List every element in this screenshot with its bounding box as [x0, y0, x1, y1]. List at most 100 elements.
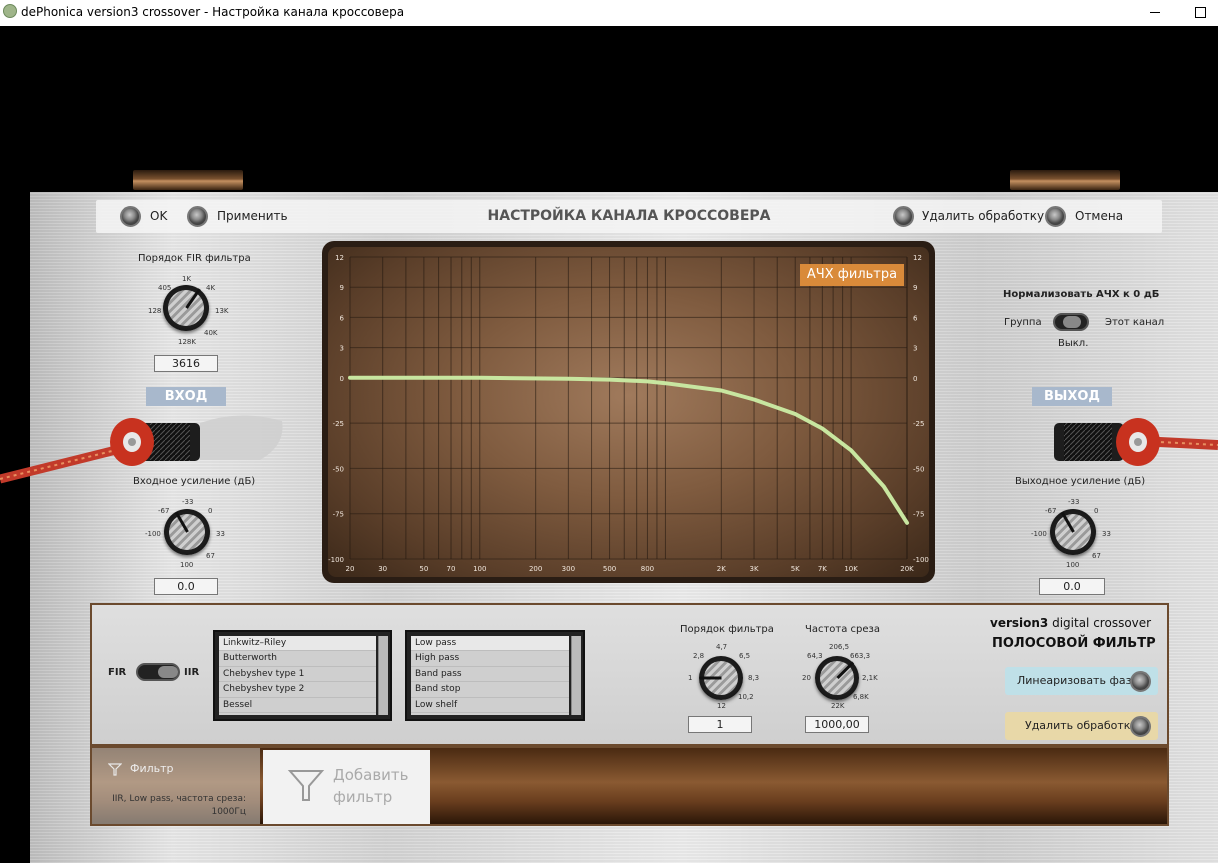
- fir-tick: 13K: [215, 307, 229, 315]
- y-tick-label: -50: [333, 465, 344, 473]
- cutoff-frequency-knob[interactable]: [815, 656, 859, 700]
- fir-iir-toggle[interactable]: [136, 663, 180, 681]
- y-tick-label: -100: [328, 556, 344, 564]
- list-item[interactable]: Linkwitz–Riley: [219, 636, 376, 652]
- x-tick-label: 7K: [818, 565, 827, 573]
- cutoff-frequency-value[interactable]: 1000,00: [805, 716, 869, 733]
- filter-tab[interactable]: Фильтр IIR, Low pass, частота среза: 100…: [92, 748, 260, 824]
- normalize-off-label: Выкл.: [1058, 338, 1089, 349]
- output-tick: -100: [1031, 530, 1047, 538]
- output-tick: 33: [1102, 530, 1111, 538]
- freq-tick: 22K: [831, 702, 845, 710]
- fir-order-value[interactable]: 3616: [154, 355, 218, 372]
- input-gain-knob[interactable]: [164, 509, 210, 555]
- input-tick: 33: [216, 530, 225, 538]
- apply-button[interactable]: [187, 206, 208, 227]
- scrollbar[interactable]: [378, 636, 388, 715]
- linearize-phase-led[interactable]: [1130, 671, 1151, 692]
- fir-label: FIR: [108, 667, 127, 678]
- maximize-button[interactable]: [1178, 0, 1218, 26]
- filter-tab-freq: 1000Гц: [211, 807, 246, 817]
- filter-type-list[interactable]: Linkwitz–Riley Butterworth Chebyshev typ…: [213, 630, 392, 721]
- fir-order-knob[interactable]: [163, 285, 209, 331]
- y-tick-label: 9: [340, 284, 344, 292]
- ok-button[interactable]: [120, 206, 141, 227]
- add-filter-label-1: Добавить: [333, 766, 409, 784]
- filter-pass-list[interactable]: Low pass High pass Band pass Band stop L…: [405, 630, 585, 721]
- output-gain-label: Выходное усиление (дБ): [1015, 476, 1146, 487]
- order-tick: 12: [717, 702, 726, 710]
- list-item[interactable]: Butterworth: [219, 651, 376, 667]
- remove-processing-label: Удалить обработку: [922, 209, 1045, 223]
- minimize-button[interactable]: [1132, 0, 1178, 26]
- list-item[interactable]: Bessel: [219, 698, 376, 713]
- list-item[interactable]: Low pass: [411, 636, 569, 652]
- cancel-button[interactable]: [1045, 206, 1066, 227]
- freq-tick: 2,1K: [862, 674, 878, 682]
- order-tick: 2,8: [693, 652, 705, 660]
- x-tick-label: 2K: [717, 565, 726, 573]
- output-gain-value[interactable]: 0.0: [1039, 578, 1105, 595]
- x-tick-label: 3K: [750, 565, 759, 573]
- remove-filter-processing-label: Удалить обработку: [1025, 719, 1137, 732]
- brand: version3 digital crossover: [990, 616, 1152, 630]
- y-tick-label: 3: [340, 345, 344, 353]
- list-item[interactable]: Low shelf: [411, 698, 569, 713]
- output-tick: 67: [1092, 552, 1101, 560]
- input-tick: -100: [145, 530, 161, 538]
- app-icon: [3, 4, 17, 18]
- remove-filter-processing-led[interactable]: [1130, 716, 1151, 737]
- x-tick-label: 20: [346, 565, 355, 573]
- y-tick-label: -50: [913, 465, 924, 473]
- fir-tick: 4K: [206, 284, 216, 292]
- remove-processing-button[interactable]: [893, 206, 914, 227]
- freq-tick: 6,8K: [853, 693, 869, 701]
- filter-order-label: Порядок фильтра: [680, 624, 774, 635]
- x-tick-label: 50: [419, 565, 428, 573]
- cancel-label: Отмена: [1075, 209, 1124, 223]
- input-tick: 0: [208, 507, 213, 515]
- output-gain-knob[interactable]: [1050, 509, 1096, 555]
- fir-tick: 128: [148, 307, 162, 315]
- x-tick-label: 10K: [844, 565, 858, 573]
- list-item[interactable]: High pass: [411, 651, 569, 667]
- output-cable: [1054, 418, 1218, 466]
- device-foot-right: [1010, 170, 1120, 190]
- y-tick-label: -75: [333, 511, 344, 519]
- freq-tick: 20: [802, 674, 811, 682]
- list-item[interactable]: Chebyshev type 2: [219, 682, 376, 698]
- input-cable: [0, 415, 283, 484]
- y-tick-label: 6: [913, 314, 918, 322]
- fir-tick: 1K: [182, 275, 192, 283]
- filter-order-knob[interactable]: [699, 656, 743, 700]
- order-tick: 10,2: [738, 693, 754, 701]
- list-item[interactable]: Band stop: [411, 682, 569, 698]
- output-tick: -67: [1045, 507, 1057, 515]
- y-tick-label: -25: [333, 420, 344, 428]
- freq-tick: 64,3: [807, 652, 823, 660]
- scrollbar[interactable]: [571, 636, 581, 715]
- y-tick-label: 9: [913, 284, 917, 292]
- section-subtitle: ПОЛОСОВОЙ ФИЛЬТР: [992, 636, 1156, 651]
- y-tick-label: -75: [913, 511, 924, 519]
- input-tick: -67: [158, 507, 170, 515]
- response-curve: [348, 375, 909, 525]
- order-tick: 6,5: [739, 652, 751, 660]
- x-tick-label: 20K: [900, 565, 914, 573]
- order-tick: 8,3: [748, 674, 760, 682]
- add-filter-button[interactable]: Добавить фильтр: [263, 750, 430, 824]
- normalize-channel-label: Этот канал: [1105, 317, 1165, 328]
- input-gain-value[interactable]: 0.0: [154, 578, 218, 595]
- normalize-title: Нормализовать АЧХ к 0 дБ: [1003, 289, 1160, 300]
- normalize-toggle[interactable]: [1053, 313, 1089, 331]
- list-item[interactable]: Chebyshev type 1: [219, 667, 376, 683]
- x-tick-label: 800: [641, 565, 654, 573]
- list-item[interactable]: Band pass: [411, 667, 569, 683]
- output-tick: 0: [1094, 507, 1099, 515]
- window-title: dePhonica version3 crossover - Настройка…: [21, 5, 405, 19]
- fir-order-label: Порядок FIR фильтра: [138, 253, 251, 264]
- x-tick-label: 200: [529, 565, 542, 573]
- filter-order-value[interactable]: 1: [688, 716, 752, 733]
- input-tick: 100: [180, 561, 194, 569]
- filter-tab-title: Фильтр: [130, 762, 174, 775]
